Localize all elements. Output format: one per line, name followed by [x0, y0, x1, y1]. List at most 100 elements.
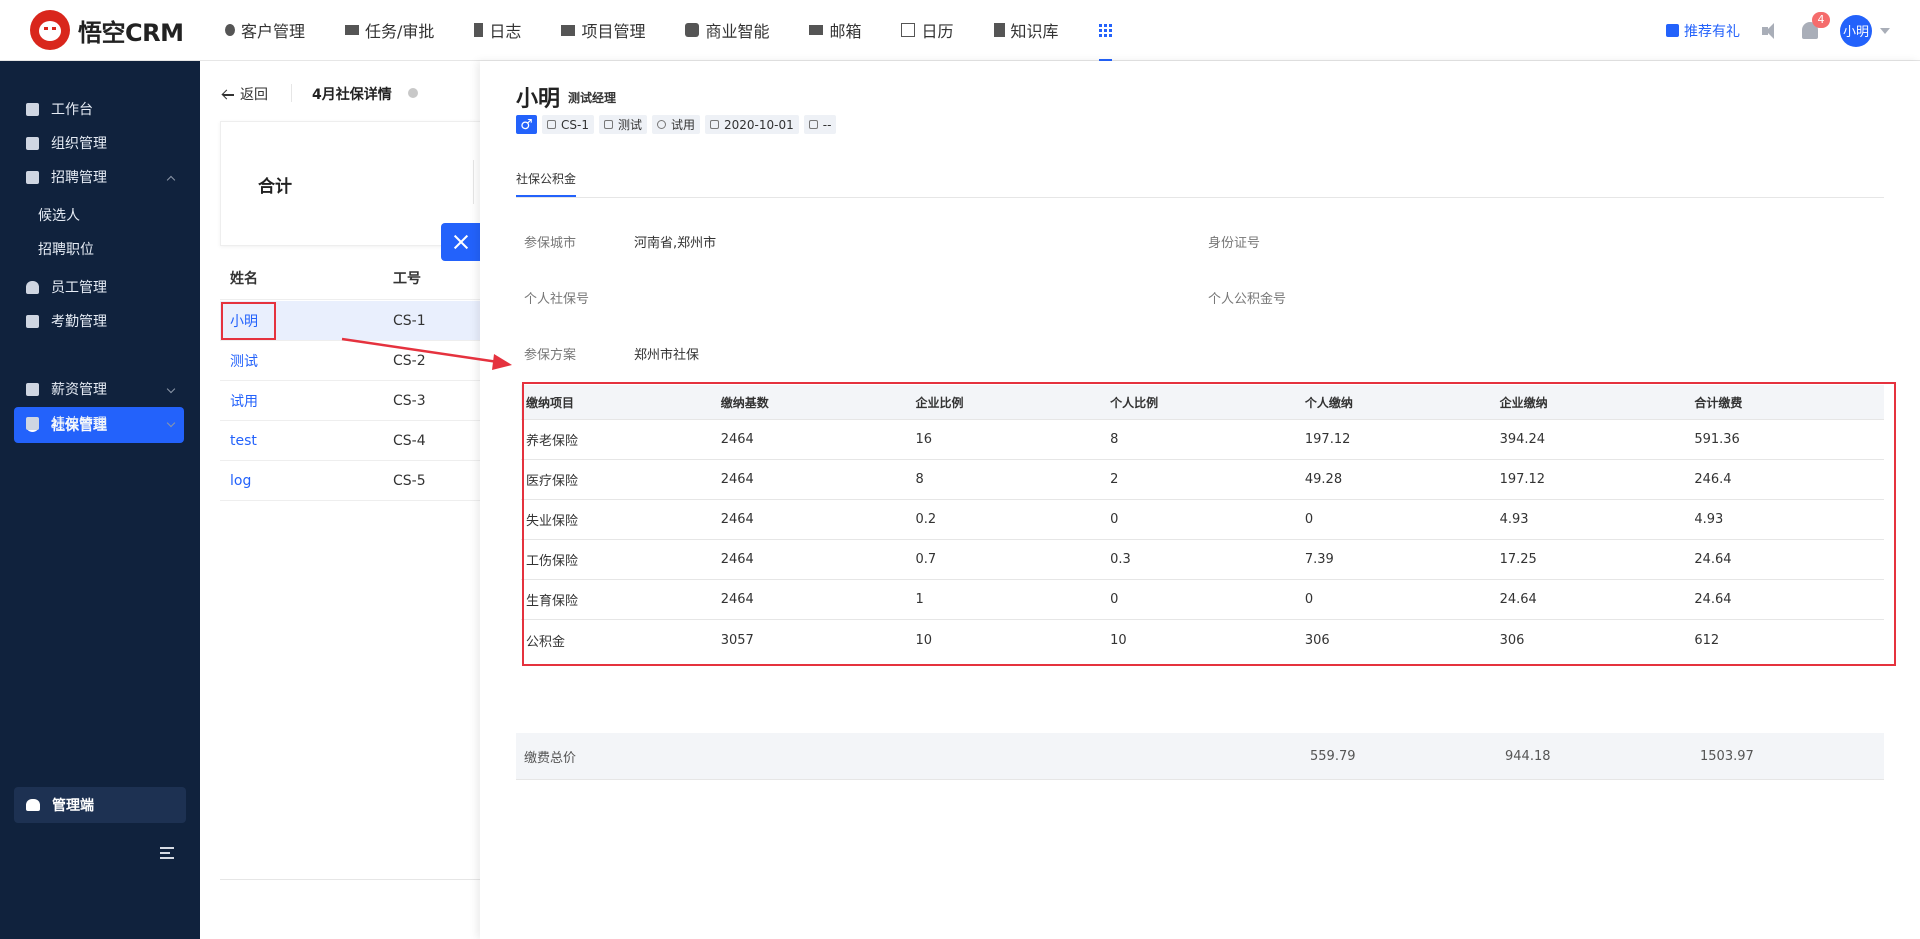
- sidebar-item-employees[interactable]: 员工管理: [14, 269, 184, 305]
- highlight-box: [221, 302, 276, 340]
- logo-text: 悟空CRM: [78, 18, 184, 47]
- tag-label: CS-1: [561, 117, 589, 132]
- sidebar-item-recruit[interactable]: 招聘管理: [14, 159, 184, 195]
- back-label: 返回: [240, 87, 268, 103]
- employee-name-link[interactable]: test: [220, 433, 393, 449]
- sidebar-item-performance[interactable]: 绩效管理: [14, 405, 184, 441]
- sidebar-item-label: 工作台: [51, 102, 93, 118]
- page-title: 4月社保详情: [312, 87, 392, 103]
- nav-item-bi[interactable]: 商业智能: [665, 0, 789, 61]
- employee-post: 测试经理: [568, 91, 617, 105]
- employee-tags: ♂ CS-1 测试 试用 2020-10-01 --: [516, 115, 837, 134]
- app-logo[interactable]: 悟空CRM: [0, 10, 205, 50]
- monitor-icon: [26, 102, 39, 116]
- close-icon: [452, 233, 470, 251]
- project-icon: [561, 24, 576, 36]
- divider: [473, 160, 474, 204]
- sidebar-item-attendance[interactable]: 考勤管理: [14, 303, 184, 339]
- table-row[interactable]: test CS-4: [220, 421, 480, 461]
- nav-item-project[interactable]: 项目管理: [541, 0, 665, 61]
- bell-icon[interactable]: 4: [1802, 12, 1830, 39]
- clock-icon: [656, 120, 666, 129]
- tab-social-security[interactable]: 社保公积金: [516, 170, 577, 197]
- tag-status: 试用: [651, 115, 700, 134]
- employee-no: CS-1: [393, 312, 426, 329]
- male-icon: ♂: [516, 115, 537, 134]
- back-button[interactable]: 返回: [222, 84, 268, 104]
- sidebar-item-candidates[interactable]: 候选人: [14, 197, 184, 233]
- employee-name: 小明: [516, 87, 561, 112]
- column-header-no: 工号: [393, 271, 421, 287]
- sidebar-item-label: 招聘职位: [38, 242, 94, 258]
- divider: [291, 84, 292, 102]
- nav-label: 邮箱: [829, 22, 862, 41]
- sidebar-item-label: 薪资管理: [51, 382, 107, 398]
- nav-label: 项目管理: [581, 22, 646, 41]
- checkbox-icon: [26, 314, 39, 328]
- nav-label: 知识库: [1010, 22, 1059, 41]
- app-grid-icon: [1098, 23, 1112, 37]
- table-row[interactable]: 试用 CS-3: [220, 381, 480, 421]
- status-dot: [408, 88, 418, 98]
- tag-extra: --: [803, 115, 837, 134]
- employee-name-link[interactable]: log: [220, 473, 393, 489]
- speaker-icon[interactable]: [1762, 22, 1780, 39]
- employee-name-link[interactable]: 试用: [220, 391, 393, 411]
- sidebar-item-positions[interactable]: 招聘职位: [14, 231, 184, 267]
- nav-item-task[interactable]: 任务/审批: [325, 0, 454, 61]
- nav-item-mail[interactable]: 邮箱: [789, 0, 881, 61]
- admin-button[interactable]: 管理端: [14, 787, 186, 823]
- plan-label: 参保方案: [524, 348, 577, 363]
- tag-join-date: 2020-10-01: [705, 115, 799, 134]
- wallet-icon: [26, 382, 39, 396]
- sidebar-item-salary[interactable]: 薪资管理: [14, 371, 184, 407]
- divider: [220, 879, 480, 880]
- briefcase-icon: [26, 170, 39, 184]
- total-row: 缴费总价 559.79 944.18 1503.97: [516, 733, 1884, 780]
- log-icon: [474, 23, 484, 37]
- gift-icon: [1666, 24, 1679, 37]
- tag-label: 测试: [617, 118, 642, 132]
- collapse-menu-icon[interactable]: [160, 847, 180, 861]
- sidebar-item-label: 员工管理: [51, 280, 107, 296]
- nav-item-log[interactable]: 日志: [454, 0, 541, 61]
- sidebar: 工作台 组织管理 招聘管理 候选人 招聘职位 员工管理 考勤管理 社保管理 薪资…: [0, 61, 200, 939]
- sidebar-item-org[interactable]: 组织管理: [14, 125, 184, 161]
- referral-link[interactable]: 推荐有礼: [1666, 21, 1740, 41]
- nav-item-apps[interactable]: [1079, 0, 1132, 61]
- layers-icon: [603, 120, 613, 129]
- table-row[interactable]: log CS-5: [220, 461, 480, 501]
- sidebar-item-workbench[interactable]: 工作台: [14, 91, 184, 127]
- chevron-down-icon: [166, 384, 176, 394]
- nav-item-calendar[interactable]: 日历: [881, 0, 973, 61]
- nav-item-knowledge[interactable]: 知识库: [974, 0, 1079, 61]
- column-header-name: 姓名: [230, 271, 258, 287]
- customer-icon: [225, 24, 235, 36]
- highlight-box: [522, 382, 1896, 666]
- org-icon: [26, 136, 39, 150]
- user-icon: [26, 280, 39, 294]
- stamp-icon: [808, 120, 818, 129]
- tag-label: 试用: [670, 118, 695, 132]
- employee-no: CS-2: [393, 352, 426, 369]
- employee-name-link[interactable]: 测试: [220, 351, 393, 371]
- badge-icon: [547, 120, 556, 129]
- plan-value: 郑州市社保: [634, 348, 700, 363]
- tag-department: 测试: [598, 115, 647, 134]
- close-button[interactable]: [441, 223, 481, 261]
- summary-label: 合计: [258, 177, 292, 197]
- sidebar-item-label: 组织管理: [51, 136, 107, 152]
- monkey-logo-icon: [30, 10, 70, 50]
- nav-label: 日历: [921, 22, 954, 41]
- tag-label: 2020-10-01: [724, 117, 794, 132]
- user-avatar[interactable]: 小明: [1840, 14, 1872, 47]
- city-label: 参保城市: [524, 236, 577, 251]
- nav-item-customer[interactable]: 客户管理: [205, 0, 325, 61]
- nav-label: 日志: [489, 22, 522, 41]
- city-value: 河南省,郑州市: [634, 236, 717, 251]
- chart-icon: [26, 416, 39, 430]
- top-navbar: 悟空CRM 客户管理 任务/审批 日志 项目管理 商业智能 邮箱 日历 知识库 …: [0, 0, 1920, 61]
- chevron-down-icon[interactable]: [1880, 27, 1890, 34]
- table-row[interactable]: 测试 CS-2: [220, 341, 480, 381]
- image-icon: [710, 120, 719, 129]
